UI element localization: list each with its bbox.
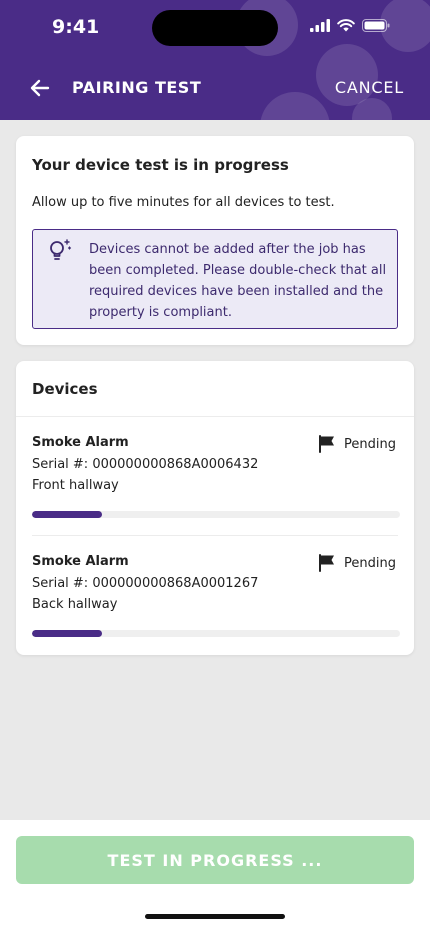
device-status: Pending (344, 556, 396, 571)
info-notice: Devices cannot be added after the job ha… (32, 229, 398, 329)
card-title: Your device test is in progress (32, 156, 289, 174)
dynamic-island (152, 10, 278, 46)
device-progress-fill (32, 511, 102, 518)
device-progress-bar (32, 630, 400, 637)
page-title: PAIRING TEST (72, 78, 202, 97)
device-name: Smoke Alarm (32, 554, 129, 569)
home-indicator (145, 914, 285, 919)
battery-icon (362, 19, 390, 32)
wifi-icon (337, 19, 355, 32)
test-in-progress-button[interactable]: TEST IN PROGRESS ... (16, 836, 414, 884)
status-time: 9:41 (52, 16, 100, 38)
status-icons (310, 19, 390, 32)
device-progress-bar (32, 511, 400, 518)
device-location: Back hallway (32, 597, 118, 612)
device-serial: Serial #: 000000000868A0001267 (32, 576, 259, 591)
cancel-button[interactable]: CANCEL (335, 78, 404, 97)
device-item: Smoke Alarm Serial #: 000000000868A00064… (16, 417, 414, 535)
info-text: Devices cannot be added after the job ha… (89, 242, 387, 320)
device-serial: Serial #: 000000000868A0006432 (32, 457, 259, 472)
device-progress-fill (32, 630, 102, 637)
nav-bar: PAIRING TEST CANCEL (0, 68, 430, 108)
lightbulb-icon (50, 239, 72, 260)
devices-title: Devices (32, 380, 98, 398)
card-subtitle: Allow up to five minutes for all devices… (32, 195, 335, 210)
test-progress-card: Your device test is in progress Allow up… (16, 136, 414, 345)
flag-icon (319, 435, 334, 453)
back-arrow-icon[interactable] (28, 76, 52, 100)
devices-card: Devices Smoke Alarm Serial #: 0000000008… (16, 361, 414, 655)
device-name: Smoke Alarm (32, 435, 129, 450)
app-header: 9:41 PAIRING TEST CANCEL (0, 0, 430, 120)
signal-icon (310, 19, 330, 32)
device-item: Smoke Alarm Serial #: 000000000868A00012… (16, 536, 414, 654)
device-status: Pending (344, 437, 396, 452)
device-location: Front hallway (32, 478, 119, 493)
flag-icon (319, 554, 334, 572)
status-bar: 9:41 (0, 0, 430, 56)
footer: TEST IN PROGRESS ... (0, 820, 430, 932)
